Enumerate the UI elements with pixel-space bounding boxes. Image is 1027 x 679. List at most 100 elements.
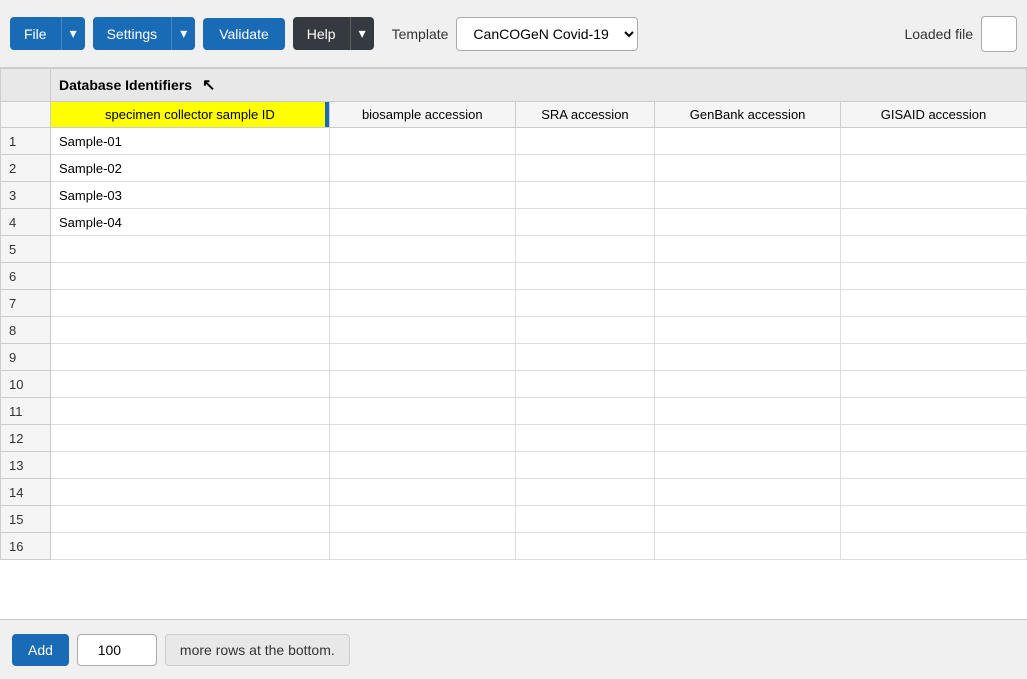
col-header-0[interactable]: specimen collector sample ID [51, 102, 330, 128]
table-cell[interactable] [515, 263, 654, 290]
col-header-4[interactable]: GISAID accession [841, 102, 1027, 128]
table-cell[interactable] [655, 479, 841, 506]
table-cell[interactable] [841, 128, 1027, 155]
table-cell[interactable] [655, 155, 841, 182]
table-cell[interactable] [515, 479, 654, 506]
table-cell[interactable] [515, 398, 654, 425]
table-cell[interactable] [841, 263, 1027, 290]
table-cell[interactable] [655, 263, 841, 290]
table-cell[interactable] [51, 506, 330, 533]
table-cell[interactable] [329, 344, 515, 371]
table-cell[interactable] [515, 452, 654, 479]
table-cell[interactable] [329, 290, 515, 317]
table-cell[interactable] [655, 371, 841, 398]
table-cell[interactable] [515, 128, 654, 155]
table-cell[interactable] [329, 479, 515, 506]
table-cell[interactable]: Sample-02 [51, 155, 330, 182]
table-cell[interactable] [515, 506, 654, 533]
table-cell[interactable] [515, 290, 654, 317]
table-cell[interactable] [515, 344, 654, 371]
table-cell[interactable] [51, 479, 330, 506]
table-cell[interactable] [655, 209, 841, 236]
table-cell[interactable] [655, 533, 841, 560]
row-number: 4 [1, 209, 51, 236]
table-cell[interactable] [329, 452, 515, 479]
table-cell[interactable] [841, 317, 1027, 344]
add-rows-button[interactable]: Add [12, 634, 69, 666]
col-resize-0[interactable] [325, 102, 329, 127]
table-cell[interactable] [51, 236, 330, 263]
table-cell[interactable] [841, 182, 1027, 209]
table-cell[interactable]: Sample-03 [51, 182, 330, 209]
help-dropdown-button[interactable]: ▾ [350, 17, 374, 50]
table-cell[interactable] [51, 533, 330, 560]
col-header-3[interactable]: GenBank accession [655, 102, 841, 128]
table-cell[interactable] [329, 425, 515, 452]
table-cell[interactable] [655, 425, 841, 452]
table-cell[interactable] [515, 425, 654, 452]
table-cell[interactable] [51, 371, 330, 398]
table-cell[interactable] [515, 155, 654, 182]
table-cell[interactable] [329, 533, 515, 560]
template-select[interactable]: CanCOGeN Covid-19 [456, 17, 638, 51]
table-cell[interactable] [515, 533, 654, 560]
table-cell[interactable] [515, 182, 654, 209]
rows-count-input[interactable] [77, 634, 157, 666]
table-cell[interactable] [841, 344, 1027, 371]
table-cell[interactable] [51, 398, 330, 425]
table-cell[interactable] [329, 506, 515, 533]
table-cell[interactable] [51, 452, 330, 479]
table-cell[interactable] [655, 344, 841, 371]
table-cell[interactable] [841, 452, 1027, 479]
table-cell[interactable] [51, 425, 330, 452]
file-button[interactable]: File [10, 17, 61, 50]
table-cell[interactable] [51, 317, 330, 344]
table-cell[interactable] [329, 371, 515, 398]
table-cell[interactable] [329, 398, 515, 425]
table-row: 4Sample-04 [1, 209, 1027, 236]
table-cell[interactable] [329, 317, 515, 344]
table-cell[interactable] [51, 263, 330, 290]
file-dropdown-button[interactable]: ▾ [61, 17, 85, 50]
table-cell[interactable] [841, 155, 1027, 182]
settings-button[interactable]: Settings [93, 17, 172, 50]
table-cell[interactable] [841, 425, 1027, 452]
table-cell[interactable] [655, 128, 841, 155]
table-cell[interactable]: Sample-01 [51, 128, 330, 155]
table-cell[interactable] [655, 290, 841, 317]
table-cell[interactable] [329, 155, 515, 182]
table-cell[interactable] [515, 236, 654, 263]
help-button[interactable]: Help [293, 17, 350, 50]
table-cell[interactable] [841, 371, 1027, 398]
table-cell[interactable] [841, 533, 1027, 560]
table-cell[interactable] [51, 344, 330, 371]
table-cell[interactable] [329, 182, 515, 209]
table-cell[interactable] [841, 506, 1027, 533]
table-cell[interactable] [655, 182, 841, 209]
table-cell[interactable] [841, 236, 1027, 263]
table-cell[interactable] [841, 209, 1027, 236]
validate-button[interactable]: Validate [203, 18, 285, 50]
col-header-2[interactable]: SRA accession [515, 102, 654, 128]
loaded-file-button[interactable] [981, 16, 1017, 52]
settings-dropdown-button[interactable]: ▾ [171, 17, 195, 50]
table-cell[interactable] [655, 398, 841, 425]
table-cell[interactable] [841, 290, 1027, 317]
table-cell[interactable] [655, 236, 841, 263]
col-header-1[interactable]: biosample accession [329, 102, 515, 128]
table-cell[interactable] [329, 263, 515, 290]
table-cell[interactable]: Sample-04 [51, 209, 330, 236]
table-cell[interactable] [841, 479, 1027, 506]
group-header-cell: Database Identifiers ↖ [51, 69, 1027, 102]
table-cell[interactable] [841, 398, 1027, 425]
table-cell[interactable] [515, 317, 654, 344]
table-cell[interactable] [655, 452, 841, 479]
table-cell[interactable] [329, 236, 515, 263]
table-cell[interactable] [329, 209, 515, 236]
table-cell[interactable] [51, 290, 330, 317]
table-cell[interactable] [655, 317, 841, 344]
table-cell[interactable] [655, 506, 841, 533]
table-cell[interactable] [515, 371, 654, 398]
table-cell[interactable] [515, 209, 654, 236]
table-cell[interactable] [329, 128, 515, 155]
